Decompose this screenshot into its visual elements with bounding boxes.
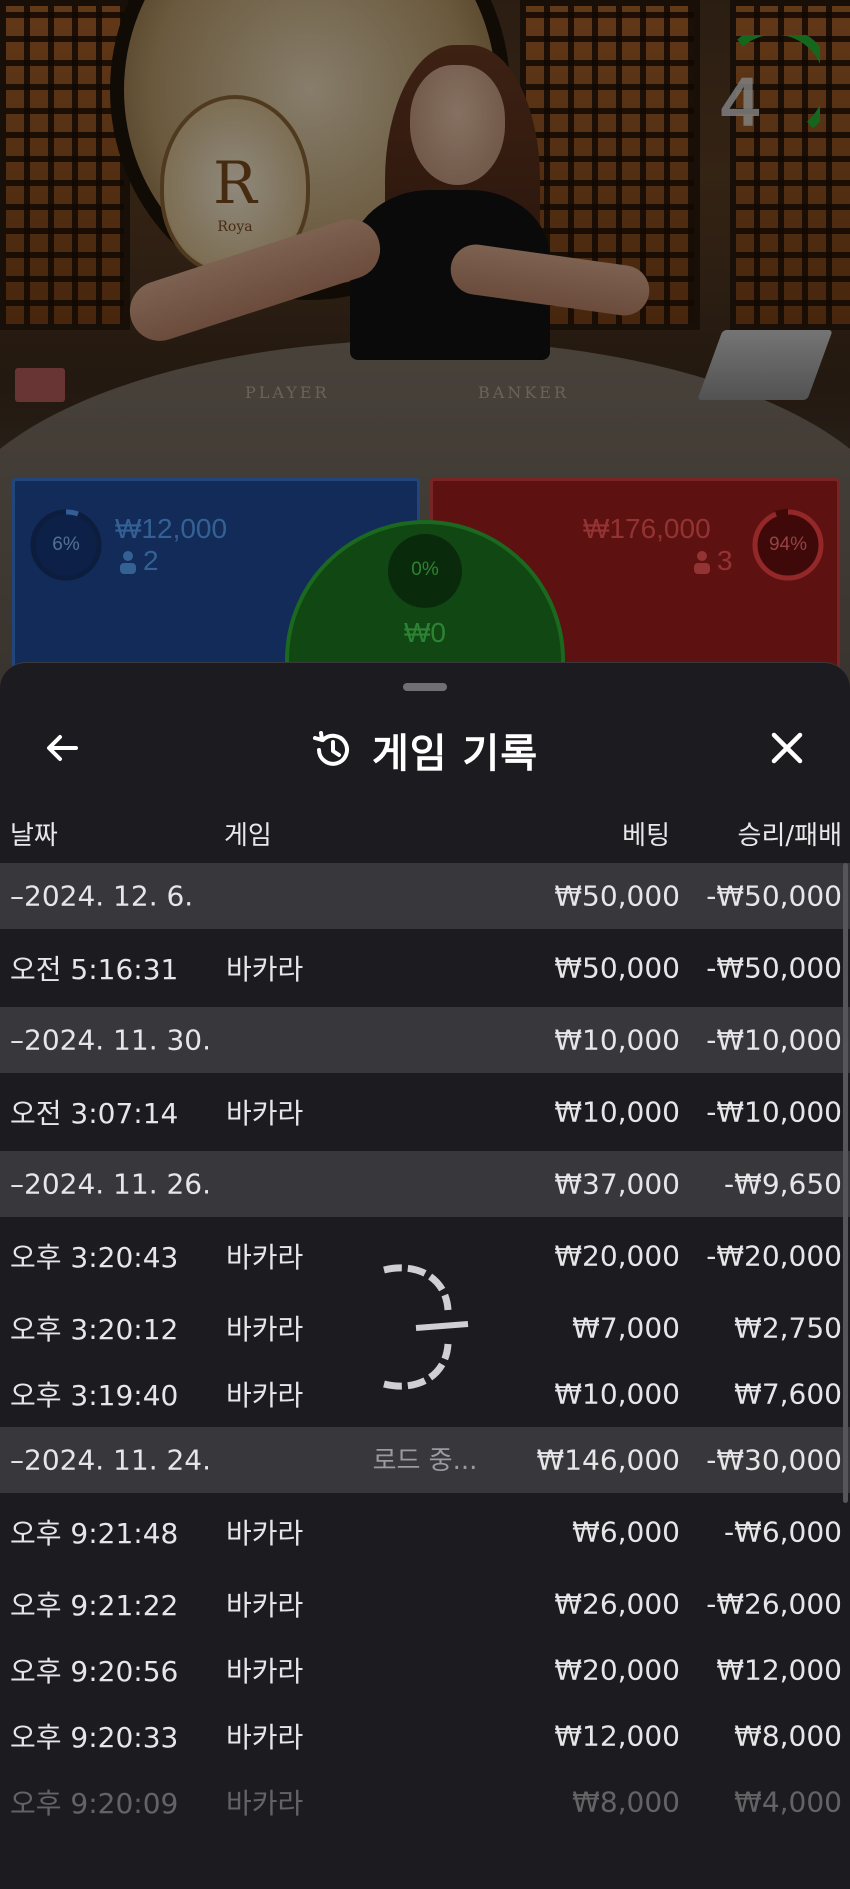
history-icon — [313, 731, 349, 766]
round-result: -₩20,000 — [706, 1239, 842, 1273]
game-round-row[interactable]: 오전 5:16:31 바카라 ₩50,000 -₩50,000 — [0, 929, 850, 1007]
round-result: -₩26,000 — [706, 1587, 842, 1621]
game-round-row[interactable]: 오전 3:07:14 바카라 ₩10,000 -₩10,000 — [0, 1073, 850, 1151]
round-game: 바카라 — [226, 1589, 304, 1622]
round-time: 오전 3:07:14 — [10, 1097, 179, 1130]
round-bet: ₩7,000 — [572, 1311, 680, 1345]
column-header-bet: 베팅 — [622, 821, 670, 851]
round-result: ₩7,600 — [734, 1377, 842, 1411]
sheet-header: 게임 기록 — [0, 703, 850, 793]
column-header-game: 게임 — [224, 821, 272, 851]
round-bet: ₩26,000 — [554, 1587, 680, 1621]
group-result-total: -₩10,000 — [706, 1023, 842, 1057]
game-round-row[interactable]: 오후 9:20:56 바카라 ₩20,000 ₩12,000 — [0, 1637, 850, 1703]
loading-spinner-icon — [383, 1264, 469, 1390]
round-time: 오후 9:21:22 — [10, 1589, 179, 1622]
round-bet: ₩20,000 — [554, 1239, 680, 1273]
group-date: –2024. 11. 30. — [10, 1023, 212, 1057]
date-group-row[interactable]: –2024. 11. 26. ₩37,000 -₩9,650 — [0, 1151, 850, 1217]
round-bet: ₩50,000 — [554, 951, 680, 985]
sheet-title: 게임 기록 — [310, 725, 538, 777]
game-round-row[interactable]: 오후 9:20:09 바카라 ₩8,000 ₩4,000 — [0, 1769, 850, 1835]
round-time: 오전 5:16:31 — [10, 953, 179, 986]
group-result-total: -₩9,650 — [724, 1167, 842, 1201]
round-bet: ₩20,000 — [554, 1653, 680, 1687]
game-round-row[interactable]: 오후 9:20:33 바카라 ₩12,000 ₩8,000 — [0, 1703, 850, 1769]
round-result: ₩8,000 — [734, 1719, 842, 1753]
round-time: 오후 3:19:40 — [10, 1379, 179, 1412]
date-group-row[interactable]: –2024. 11. 30. ₩10,000 -₩10,000 — [0, 1007, 850, 1073]
group-result-total: -₩30,000 — [706, 1443, 842, 1477]
round-result: -₩50,000 — [706, 951, 842, 985]
group-date: –2024. 11. 26. — [10, 1167, 212, 1201]
round-game: 바카라 — [226, 1655, 304, 1688]
group-bet-total: ₩10,000 — [554, 1023, 680, 1057]
round-bet: ₩8,000 — [572, 1785, 680, 1819]
close-icon[interactable] — [762, 723, 812, 773]
round-time: 오후 9:21:48 — [10, 1517, 179, 1550]
group-bet-total: ₩50,000 — [554, 879, 680, 913]
round-bet: ₩10,000 — [554, 1095, 680, 1129]
round-game: 바카라 — [226, 1313, 304, 1346]
date-group-row[interactable]: –2024. 12. 6. ₩50,000 -₩50,000 — [0, 863, 850, 929]
game-round-row[interactable]: 오후 9:21:22 바카라 ₩26,000 -₩26,000 — [0, 1571, 850, 1637]
drag-handle[interactable] — [403, 683, 447, 691]
round-game: 바카라 — [226, 1097, 304, 1130]
round-time: 오후 9:20:33 — [10, 1721, 179, 1754]
group-date: –2024. 11. 24. — [10, 1443, 212, 1477]
sheet-title-text: 게임 기록 — [372, 731, 539, 777]
group-date: –2024. 12. 6. — [10, 879, 194, 913]
round-game: 바카라 — [226, 1721, 304, 1754]
game-round-row[interactable]: 오후 9:21:48 바카라 ₩6,000 -₩6,000 — [0, 1493, 850, 1571]
round-result: ₩4,000 — [734, 1785, 842, 1819]
round-game: 바카라 — [226, 1517, 304, 1550]
scrollbar[interactable] — [843, 863, 848, 1503]
round-time: 오후 9:20:56 — [10, 1655, 179, 1688]
app-root: R Roya PLAYER BANKER 4 6% ₩12,000 2 94% … — [0, 0, 850, 1889]
round-result: -₩10,000 — [706, 1095, 842, 1129]
column-header-date: 날짜 — [10, 821, 58, 851]
loading-text: 로드 중... — [372, 1446, 478, 1476]
group-bet-total: ₩37,000 — [554, 1167, 680, 1201]
round-result: ₩12,000 — [716, 1653, 842, 1687]
modal-backdrop[interactable] — [0, 0, 850, 700]
column-header-result: 승리/패배 — [737, 821, 842, 851]
round-result: -₩6,000 — [724, 1515, 842, 1549]
round-bet: ₩12,000 — [554, 1719, 680, 1753]
round-result: ₩2,750 — [734, 1311, 842, 1345]
round-time: 오후 9:20:09 — [10, 1787, 179, 1820]
round-bet: ₩10,000 — [554, 1377, 680, 1411]
group-result-total: -₩50,000 — [706, 879, 842, 913]
arrow-left-icon[interactable] — [38, 723, 88, 773]
round-time: 오후 3:20:43 — [10, 1241, 179, 1274]
round-game: 바카라 — [226, 1787, 304, 1820]
round-game: 바카라 — [226, 1241, 304, 1274]
round-time: 오후 3:20:12 — [10, 1313, 179, 1346]
round-game: 바카라 — [226, 953, 304, 986]
group-bet-total: ₩146,000 — [536, 1443, 680, 1477]
round-game: 바카라 — [226, 1379, 304, 1412]
round-bet: ₩6,000 — [572, 1515, 680, 1549]
